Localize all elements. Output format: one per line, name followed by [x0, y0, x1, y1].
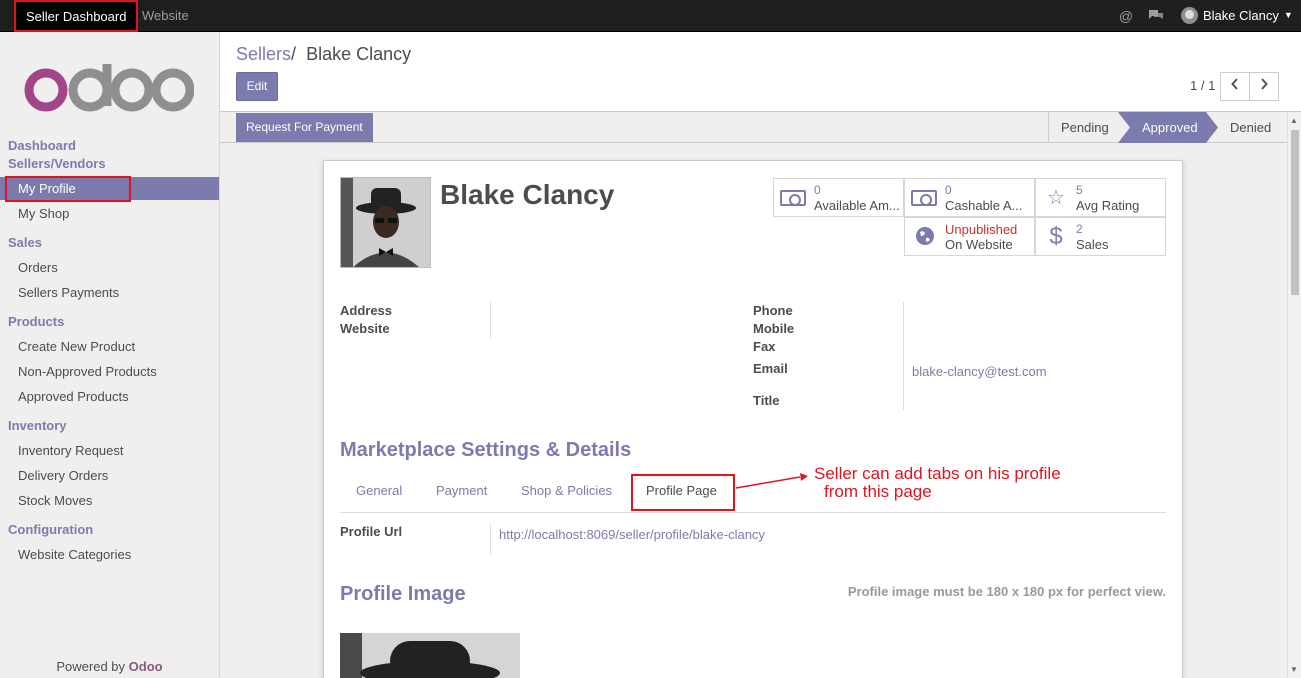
user-name: Blake Clancy	[1203, 8, 1279, 23]
available-amount-button[interactable]: 0 Available Am...	[773, 178, 904, 217]
avg-rating-value: 5	[1076, 183, 1083, 197]
sidebar-category-inventory[interactable]: Inventory	[8, 418, 67, 433]
email-label: Email	[753, 361, 788, 376]
sidebar-item-my-shop[interactable]: My Shop	[0, 202, 219, 225]
pager-next-button[interactable]	[1249, 72, 1279, 101]
pager-previous-button[interactable]	[1220, 72, 1250, 101]
stage-approved[interactable]: Approved	[1118, 112, 1218, 143]
annotation-arrow	[735, 473, 808, 489]
annotation-line-1: Seller can add tabs on his profile	[814, 464, 1061, 483]
sidebar-category-sales[interactable]: Sales	[8, 235, 42, 250]
menu-website[interactable]: Website	[132, 0, 199, 31]
control-panel: Sellers/ Blake Clancy Edit 1 / 1	[220, 32, 1301, 112]
at-mention-icon[interactable]: @	[1118, 8, 1134, 24]
breadcrumb-sellers[interactable]: Sellers	[236, 44, 291, 64]
form-sheet: Blake Clancy 0 Available Am... 0 Cashabl…	[323, 160, 1183, 678]
profile-url-value[interactable]: http://localhost:8069/seller/profile/bla…	[499, 527, 765, 542]
marketplace-section-title: Marketplace Settings & Details	[340, 439, 632, 461]
sidebar-item-orders[interactable]: Orders	[0, 256, 219, 279]
powered-by-brand[interactable]: Odoo	[129, 659, 163, 674]
sidebar: Dashboard Sellers/Vendors My Profile My …	[0, 32, 220, 678]
publish-status-value: Unpublished	[945, 222, 1018, 237]
chevron-left-icon	[1231, 78, 1238, 90]
sidebar-category-sellers[interactable]: Sellers/Vendors	[8, 156, 106, 171]
request-for-payment-button[interactable]: Request For Payment	[236, 113, 373, 142]
sidebar-item-delivery-orders[interactable]: Delivery Orders	[0, 464, 219, 487]
tab-shop-policies[interactable]: Shop & Policies	[521, 483, 612, 498]
field-divider	[490, 523, 491, 555]
vertical-scrollbar[interactable]: ▲ ▼	[1287, 112, 1301, 678]
sales-value: 2	[1076, 222, 1083, 236]
profile-image[interactable]	[340, 633, 520, 678]
publish-toggle-button[interactable]: Unpublished On Website	[904, 217, 1035, 256]
tab-general[interactable]: General	[356, 483, 402, 498]
scroll-down-icon[interactable]: ▼	[1290, 665, 1298, 674]
website-label: Website	[340, 321, 390, 336]
highlight-frame	[5, 176, 131, 202]
top-navbar: Seller Dashboard Website @ Blake Clancy …	[0, 0, 1301, 32]
annotation-line-2: from this page	[824, 482, 932, 501]
odoo-logo	[24, 64, 194, 112]
avg-rating-button[interactable]: ☆ 5 Avg Rating	[1035, 178, 1166, 217]
avg-rating-label: Avg Rating	[1076, 198, 1140, 213]
edit-button[interactable]: Edit	[236, 72, 278, 101]
globe-icon	[913, 226, 937, 248]
stage-pending[interactable]: Pending	[1048, 112, 1118, 143]
money-icon	[780, 190, 806, 206]
profile-url-label: Profile Url	[340, 524, 403, 539]
phone-label: Phone	[753, 303, 793, 318]
breadcrumb-current: Blake Clancy	[306, 44, 412, 64]
fax-label: Fax	[753, 339, 776, 354]
sales-button[interactable]: $ 2 Sales	[1035, 217, 1166, 256]
sidebar-item-website-categories[interactable]: Website Categories	[0, 543, 219, 566]
sidebar-category-products[interactable]: Products	[8, 314, 64, 329]
stage-denied[interactable]: Denied	[1222, 112, 1271, 143]
field-divider	[903, 302, 904, 410]
menu-seller-dashboard[interactable]: Seller Dashboard	[14, 0, 139, 32]
status-bar: Request For Payment Pending Approved Den…	[220, 112, 1301, 143]
star-icon: ☆	[1047, 187, 1065, 209]
cashable-amount-button[interactable]: 0 Cashable A...	[904, 178, 1035, 217]
chat-icon[interactable]	[1148, 8, 1164, 24]
sidebar-item-non-approved-products[interactable]: Non-Approved Products	[0, 360, 219, 383]
email-value[interactable]: blake-clancy@test.com	[912, 364, 1047, 379]
sidebar-item-stock-moves[interactable]: Stock Moves	[0, 489, 219, 512]
sidebar-item-inventory-request[interactable]: Inventory Request	[0, 439, 219, 462]
annotation-callout: Seller can add tabs on his profile from …	[814, 465, 1061, 501]
pager-value: 1 / 1	[1190, 78, 1216, 93]
scroll-up-icon[interactable]: ▲	[1290, 116, 1298, 125]
address-label: Address	[340, 303, 393, 318]
seller-name[interactable]: Blake Clancy	[440, 179, 614, 211]
field-divider	[490, 302, 491, 338]
sidebar-category-dashboard[interactable]: Dashboard	[8, 138, 76, 153]
money-icon	[911, 190, 937, 206]
title-label: Title	[753, 393, 780, 408]
sidebar-item-create-new-product[interactable]: Create New Product	[0, 335, 219, 358]
sidebar-item-approved-products[interactable]: Approved Products	[0, 385, 219, 408]
seller-avatar[interactable]	[340, 177, 431, 268]
chevron-right-icon	[1261, 78, 1268, 90]
available-amount-value: 0	[814, 183, 821, 197]
available-amount-label: Available Am...	[814, 198, 900, 213]
user-menu[interactable]: Blake Clancy ▼	[1181, 0, 1293, 31]
breadcrumb-separator: /	[291, 44, 297, 64]
chevron-down-icon: ▼	[1283, 10, 1293, 20]
scrollbar-thumb[interactable]	[1291, 130, 1299, 295]
profile-image-title: Profile Image	[340, 583, 466, 605]
user-avatar	[1181, 7, 1198, 24]
tab-payment[interactable]: Payment	[436, 483, 487, 498]
breadcrumb: Sellers/ Blake Clancy	[236, 44, 411, 65]
tab-profile-page[interactable]: Profile Page	[646, 483, 717, 498]
cashable-amount-label: Cashable A...	[945, 198, 1023, 213]
sidebar-category-configuration[interactable]: Configuration	[8, 522, 93, 537]
mobile-label: Mobile	[753, 321, 795, 336]
cashable-amount-value: 0	[945, 183, 952, 197]
sidebar-item-sellers-payments[interactable]: Sellers Payments	[0, 281, 219, 304]
powered-by: Powered by Odoo	[0, 656, 219, 678]
powered-by-label: Powered by	[56, 659, 126, 674]
profile-image-hint: Profile image must be 180 x 180 px for p…	[847, 584, 1166, 599]
sales-label: Sales	[1076, 237, 1109, 252]
publish-status-label: On Website	[945, 237, 1013, 252]
dollar-icon: $	[1049, 223, 1063, 250]
